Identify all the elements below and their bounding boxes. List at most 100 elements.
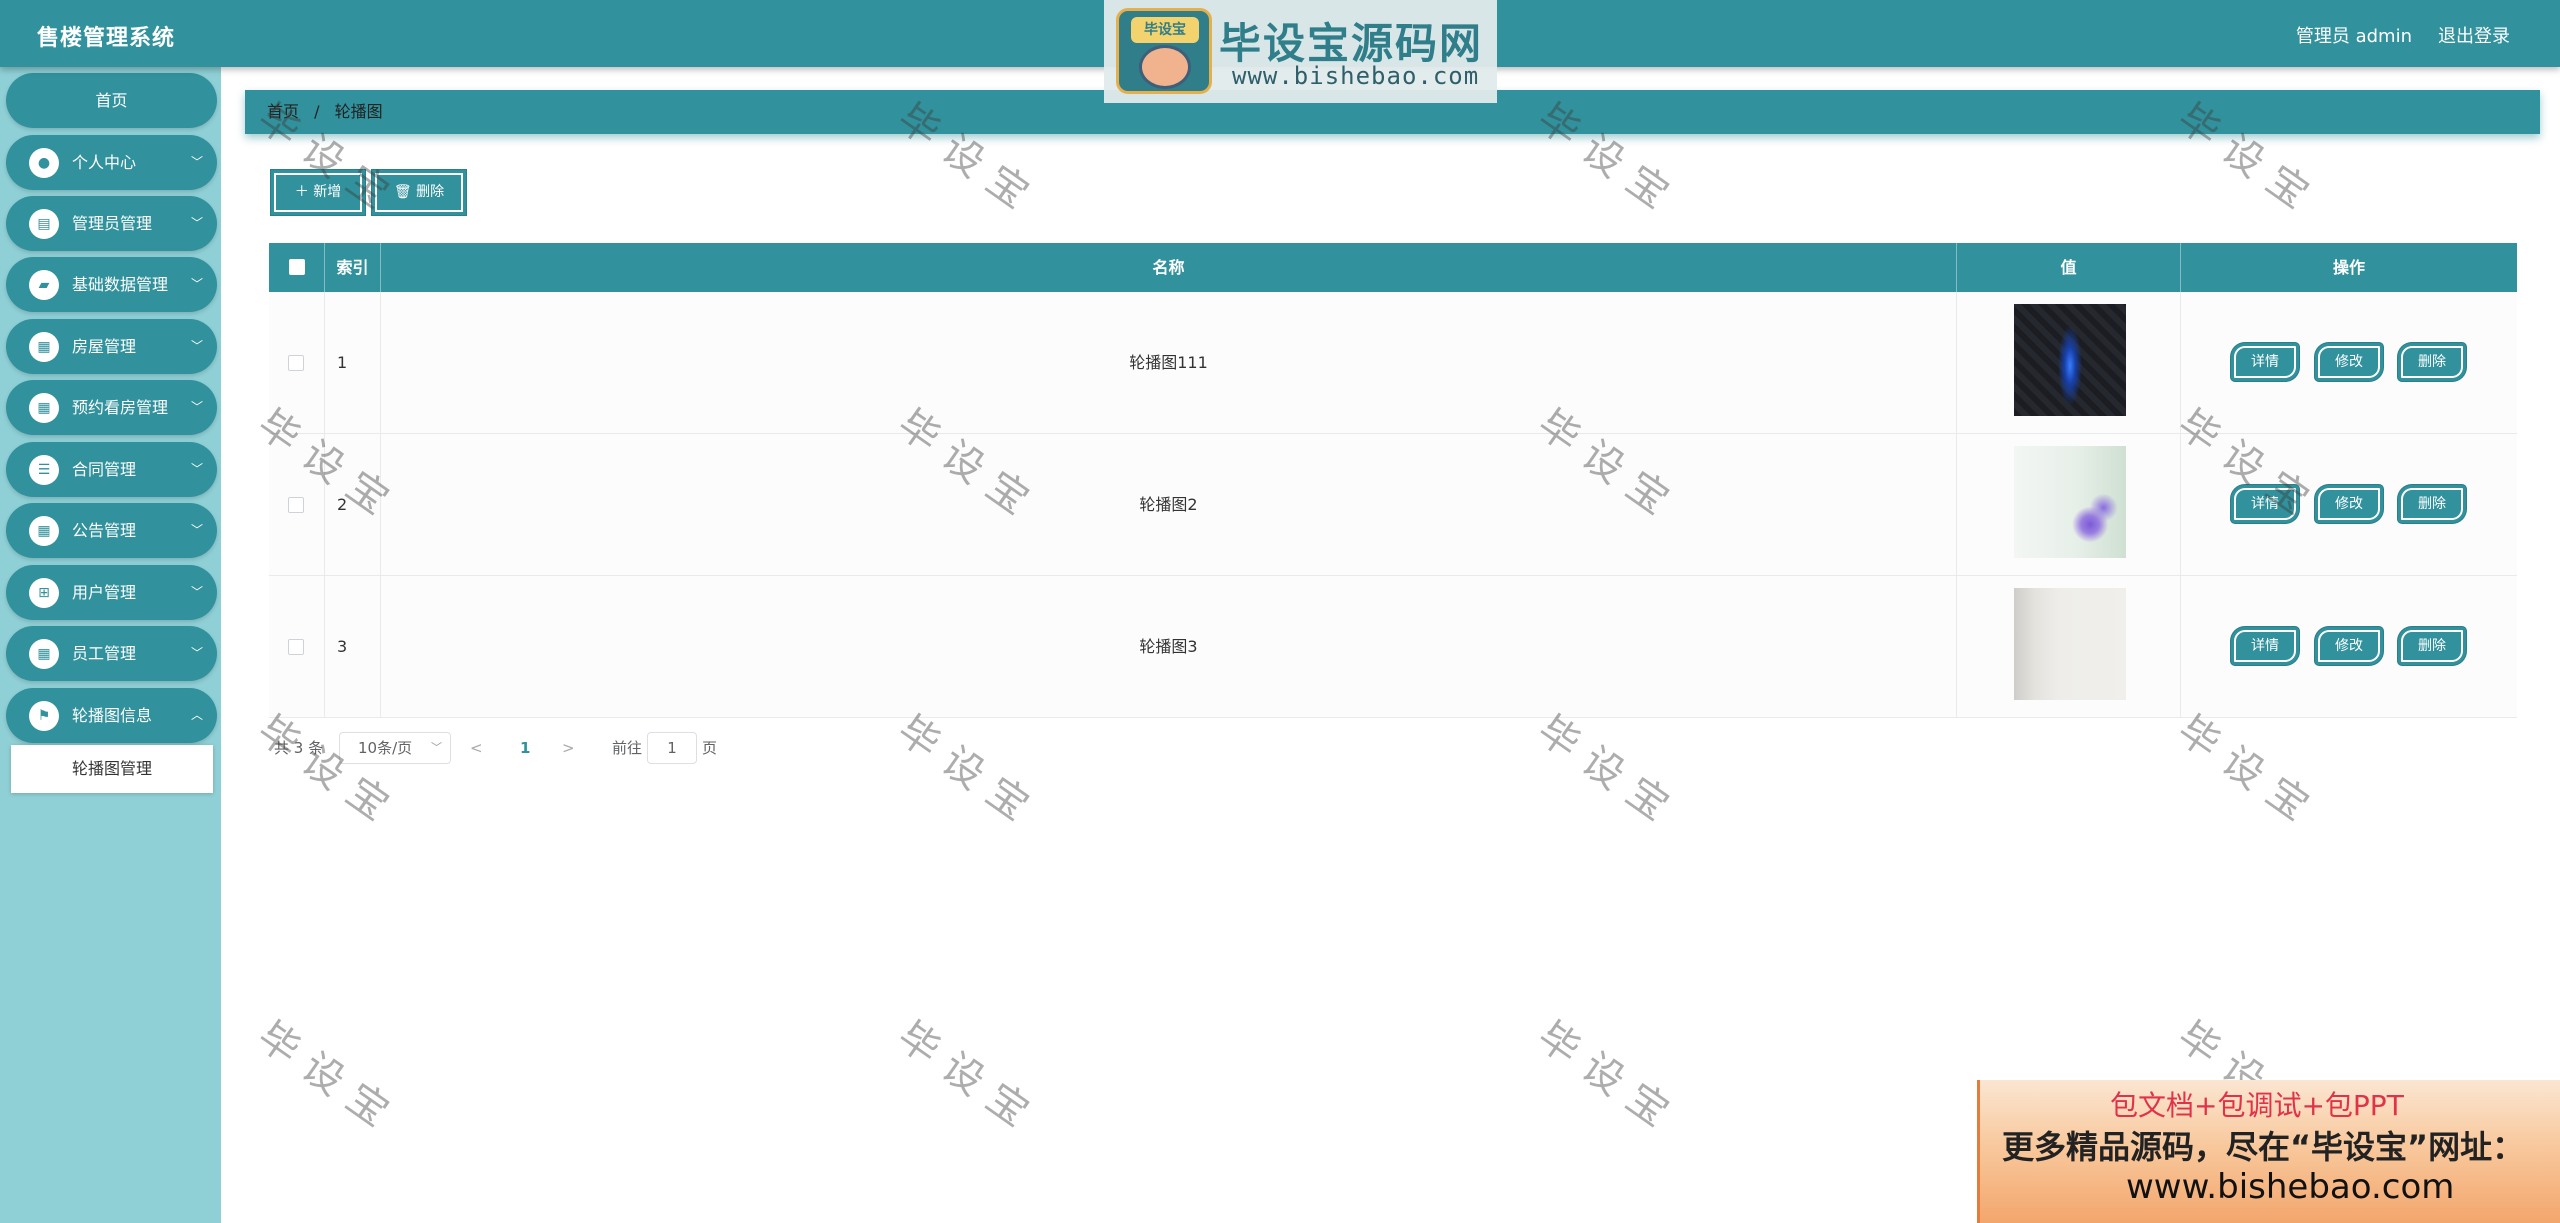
column-header-actions: 操作 <box>2332 258 2365 277</box>
goto-label: 前往 <box>612 739 643 757</box>
batch-delete-button[interactable]: 🗑 删除 <box>372 170 466 215</box>
sidebar-item-house-management[interactable]: ▦ 房屋管理 ﹀ <box>6 319 217 374</box>
table-row: 3 轮播图3 详情 修改 删除 <box>269 576 2517 718</box>
sidebar-item-label: 房屋管理 <box>72 337 137 356</box>
edit-button[interactable]: 修改 <box>2315 627 2383 665</box>
sidebar-item-personal-center[interactable]: ● 个人中心 ﹀ <box>6 135 217 190</box>
row-name: 轮播图3 <box>381 576 1957 718</box>
flag-icon: ⚑ <box>29 701 59 731</box>
breadcrumb-current: 轮播图 <box>334 102 383 121</box>
chevron-down-icon: ﹀ <box>190 216 203 230</box>
logo-badge-icon: 毕设宝 <box>1116 8 1212 94</box>
sidebar-item-home[interactable]: 首页 <box>6 73 217 128</box>
row-select-cell <box>269 434 325 576</box>
sidebar-subitem-carousel-management[interactable]: 轮播图管理 <box>11 745 213 793</box>
user-icon: ● <box>29 148 59 178</box>
apps-icon: ⊞ <box>29 578 59 608</box>
sidebar-item-user-management[interactable]: ⊞ 用户管理 ﹀ <box>6 565 217 620</box>
chevron-down-icon: ﹀ <box>190 523 203 537</box>
sidebar-item-basic-data[interactable]: ▰ 基础数据管理 ﹀ <box>6 257 217 312</box>
logo-face-icon <box>1139 45 1191 89</box>
page-size-value: 10条/页 <box>358 739 413 757</box>
delete-button[interactable]: 删除 <box>2398 343 2466 381</box>
goto-page-input[interactable]: 1 <box>647 732 697 764</box>
watermark-text: 毕设宝 <box>249 706 409 838</box>
row-checkbox[interactable] <box>288 355 304 371</box>
sidebar-item-notice-management[interactable]: ▦ 公告管理 ﹀ <box>6 503 217 558</box>
row-index: 2 <box>325 434 381 576</box>
sidebar-item-staff-management[interactable]: ▦ 员工管理 ﹀ <box>6 626 217 681</box>
prev-page-button[interactable]: < <box>470 732 483 764</box>
grid-icon: ▦ <box>29 332 59 362</box>
chevron-down-icon: ﹀ <box>190 155 203 169</box>
sidebar-item-viewing-appointment[interactable]: ▦ 预约看房管理 ﹀ <box>6 380 217 435</box>
promo-line-1: 包文档+包调试+包PPT <box>2110 1089 2404 1122</box>
grid-icon: ▦ <box>29 516 59 546</box>
chevron-down-icon: ﹀ <box>190 339 203 353</box>
delete-button[interactable]: 删除 <box>2398 627 2466 665</box>
watermark-text: 毕设宝 <box>2169 706 2329 838</box>
table-header: 索引 名称 值 操作 <box>269 243 2517 292</box>
breadcrumb-home[interactable]: 首页 <box>267 102 299 121</box>
page-size-select[interactable]: 10条/页 ﹀ <box>339 732 451 764</box>
chevron-down-icon: ﹀ <box>431 741 442 754</box>
site-logo-banner: 毕设宝 毕设宝源码网 www.bishebao.com <box>1104 0 1497 103</box>
sidebar-item-admin-management[interactable]: ▤ 管理员管理 ﹀ <box>6 196 217 251</box>
sidebar-item-label: 个人中心 <box>72 153 137 172</box>
current-user-label: 管理员 admin <box>2295 26 2412 47</box>
app-title: 售楼管理系统 <box>37 26 176 51</box>
row-checkbox[interactable] <box>288 497 304 513</box>
breadcrumb-separator: / <box>314 102 320 121</box>
watermark-text: 毕设宝 <box>889 1012 1049 1144</box>
sidebar-item-label: 预约看房管理 <box>72 398 169 417</box>
page-number-current[interactable]: 1 <box>520 732 530 764</box>
watermark-text: 毕设宝 <box>1529 706 1689 838</box>
sidebar-item-carousel-info[interactable]: ⚑ 轮播图信息 ︿ <box>6 688 217 743</box>
carousel-image-thumbnail <box>2014 446 2126 558</box>
sidebar-item-label: 公告管理 <box>72 521 137 540</box>
select-all-checkbox[interactable] <box>289 259 305 275</box>
logo-url: www.bishebao.com <box>1232 62 1480 90</box>
delete-button[interactable]: 删除 <box>2398 485 2466 523</box>
logo-badge-text: 毕设宝 <box>1131 17 1199 43</box>
sidebar: 首页 ● 个人中心 ﹀ ▤ 管理员管理 ﹀ ▰ 基础数据管理 ﹀ ▦ 房屋管理 … <box>0 67 221 1223</box>
row-actions-cell: 详情 修改 删除 <box>2181 576 2517 718</box>
column-header-value: 值 <box>1957 243 2181 292</box>
promo-line-3: www.bishebao.com <box>2126 1167 2455 1207</box>
sidebar-item-label: 管理员管理 <box>72 214 153 233</box>
next-page-button[interactable]: > <box>562 732 575 764</box>
carousel-image-thumbnail <box>2014 588 2126 700</box>
watermark-text: 毕设宝 <box>1529 1012 1689 1144</box>
row-checkbox[interactable] <box>288 639 304 655</box>
edit-button[interactable]: 修改 <box>2315 485 2383 523</box>
row-name: 轮播图2 <box>381 434 1957 576</box>
add-button[interactable]: ＋ 新增 <box>271 170 365 215</box>
row-actions-cell: 详情 修改 删除 <box>2181 434 2517 576</box>
sidebar-item-contract-management[interactable]: ☰ 合同管理 ﹀ <box>6 442 217 497</box>
row-select-cell <box>269 292 325 434</box>
logout-link[interactable]: 退出登录 <box>2438 22 2510 48</box>
edit-button[interactable]: 修改 <box>2315 343 2383 381</box>
promo-line-2: 更多精品源码，尽在“毕设宝”网址： <box>2002 1128 2525 1166</box>
row-index: 3 <box>325 576 381 718</box>
watermark-text: 毕设宝 <box>249 1012 409 1144</box>
promo-banner[interactable]: 包文档+包调试+包PPT 更多精品源码，尽在“毕设宝”网址： www.bishe… <box>1977 1080 2560 1223</box>
chevron-down-icon: ﹀ <box>190 400 203 414</box>
chevron-down-icon: ﹀ <box>190 462 203 476</box>
row-index: 1 <box>325 292 381 434</box>
table-row: 1 轮播图111 详情 修改 删除 <box>269 292 2517 434</box>
row-actions-cell: 详情 修改 删除 <box>2181 292 2517 434</box>
chevron-down-icon: ﹀ <box>190 585 203 599</box>
detail-button[interactable]: 详情 <box>2231 485 2299 523</box>
watermark-text: 毕设宝 <box>889 706 1049 838</box>
chevron-down-icon: ﹀ <box>190 277 203 291</box>
row-value-cell <box>1957 292 2181 434</box>
grid-icon: ▦ <box>29 639 59 669</box>
detail-button[interactable]: 详情 <box>2231 627 2299 665</box>
row-select-cell <box>269 576 325 718</box>
sliders-icon: ☰ <box>29 455 59 485</box>
detail-button[interactable]: 详情 <box>2231 343 2299 381</box>
pagination-total: 共 3 条 <box>274 739 324 757</box>
grid-icon: ▦ <box>29 393 59 423</box>
column-header-name: 名称 <box>381 243 1957 292</box>
